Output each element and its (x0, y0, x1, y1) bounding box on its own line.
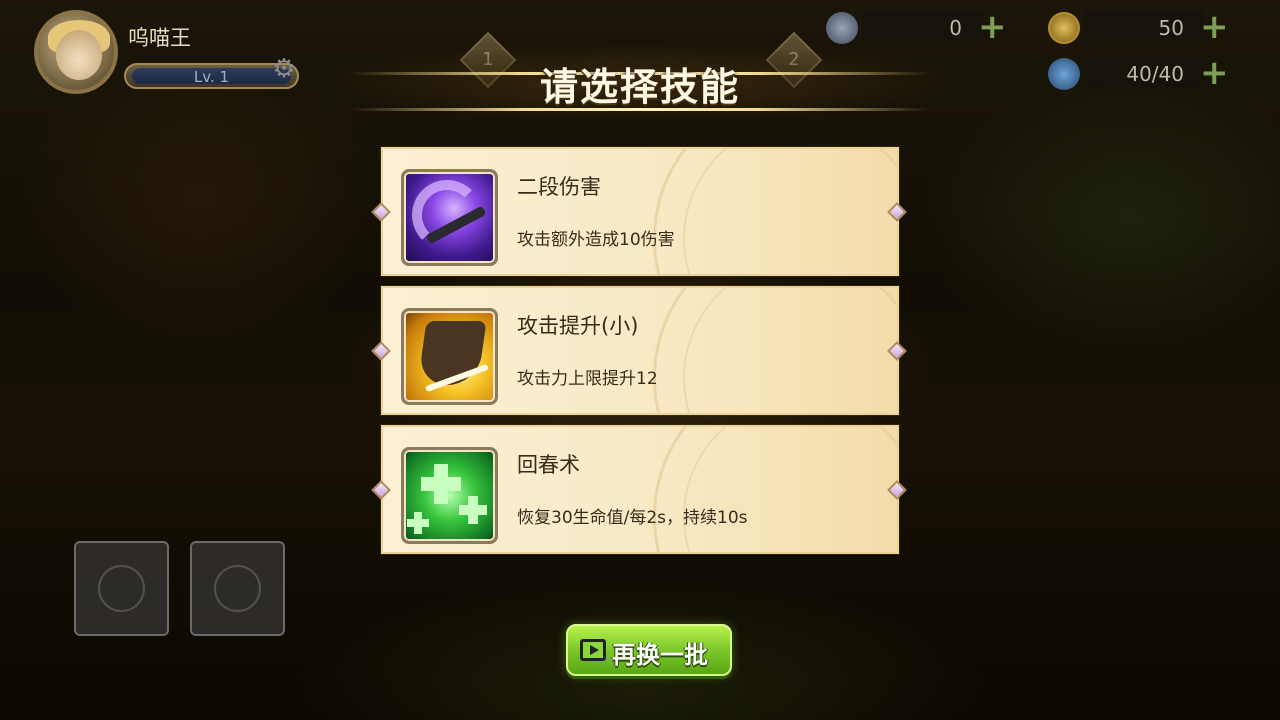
skill-description: 攻击额外造成10伤害 (517, 230, 675, 250)
page-title: 请选择技能 (539, 65, 740, 109)
card-sigil (683, 149, 897, 274)
refresh-label: 再换一批 (612, 641, 708, 669)
slot-emblem-icon (214, 565, 261, 612)
resource-value: 0 (949, 16, 962, 40)
skill-slot-empty[interactable] (74, 541, 169, 636)
skill-description: 攻击力上限提升12 (517, 369, 658, 389)
helmet-icon (826, 12, 858, 44)
add-coin-button[interactable]: + (1200, 7, 1229, 47)
skill-name: 攻击提升(小) (517, 314, 639, 338)
video-play-icon (580, 639, 606, 661)
cross-shape (407, 519, 429, 527)
skill-description: 恢复30生命值/每2s，持续10s (517, 508, 748, 528)
add-helmet-button[interactable]: + (978, 7, 1007, 47)
skill-name: 二段伤害 (517, 175, 601, 199)
resource-coin: 50 + (1048, 7, 1248, 47)
card-sigil (683, 288, 897, 413)
cross-shape (459, 505, 487, 515)
skill-card[interactable]: 攻击提升(小) 攻击力上限提升12 (381, 286, 899, 415)
skill-name: 回春术 (517, 453, 580, 477)
refresh-button[interactable]: 再换一批 (566, 624, 732, 676)
green-cross-icon (401, 447, 498, 544)
resource-value: 50 (1158, 16, 1184, 40)
coin-icon (1048, 12, 1080, 44)
resource-helmet: 0 + (826, 7, 1026, 47)
skill-slot-empty[interactable] (190, 541, 285, 636)
card-sigil (683, 427, 897, 552)
skill-card[interactable]: 二段伤害 攻击额外造成10伤害 (381, 147, 899, 276)
purple-slash-icon (401, 169, 498, 266)
slot-emblem-icon (98, 565, 145, 612)
yellow-hat-icon (401, 308, 498, 405)
skill-card[interactable]: 回春术 恢复30生命值/每2s，持续10s (381, 425, 899, 554)
cross-shape (421, 477, 461, 491)
player-name: 呜喵王 (128, 26, 191, 50)
